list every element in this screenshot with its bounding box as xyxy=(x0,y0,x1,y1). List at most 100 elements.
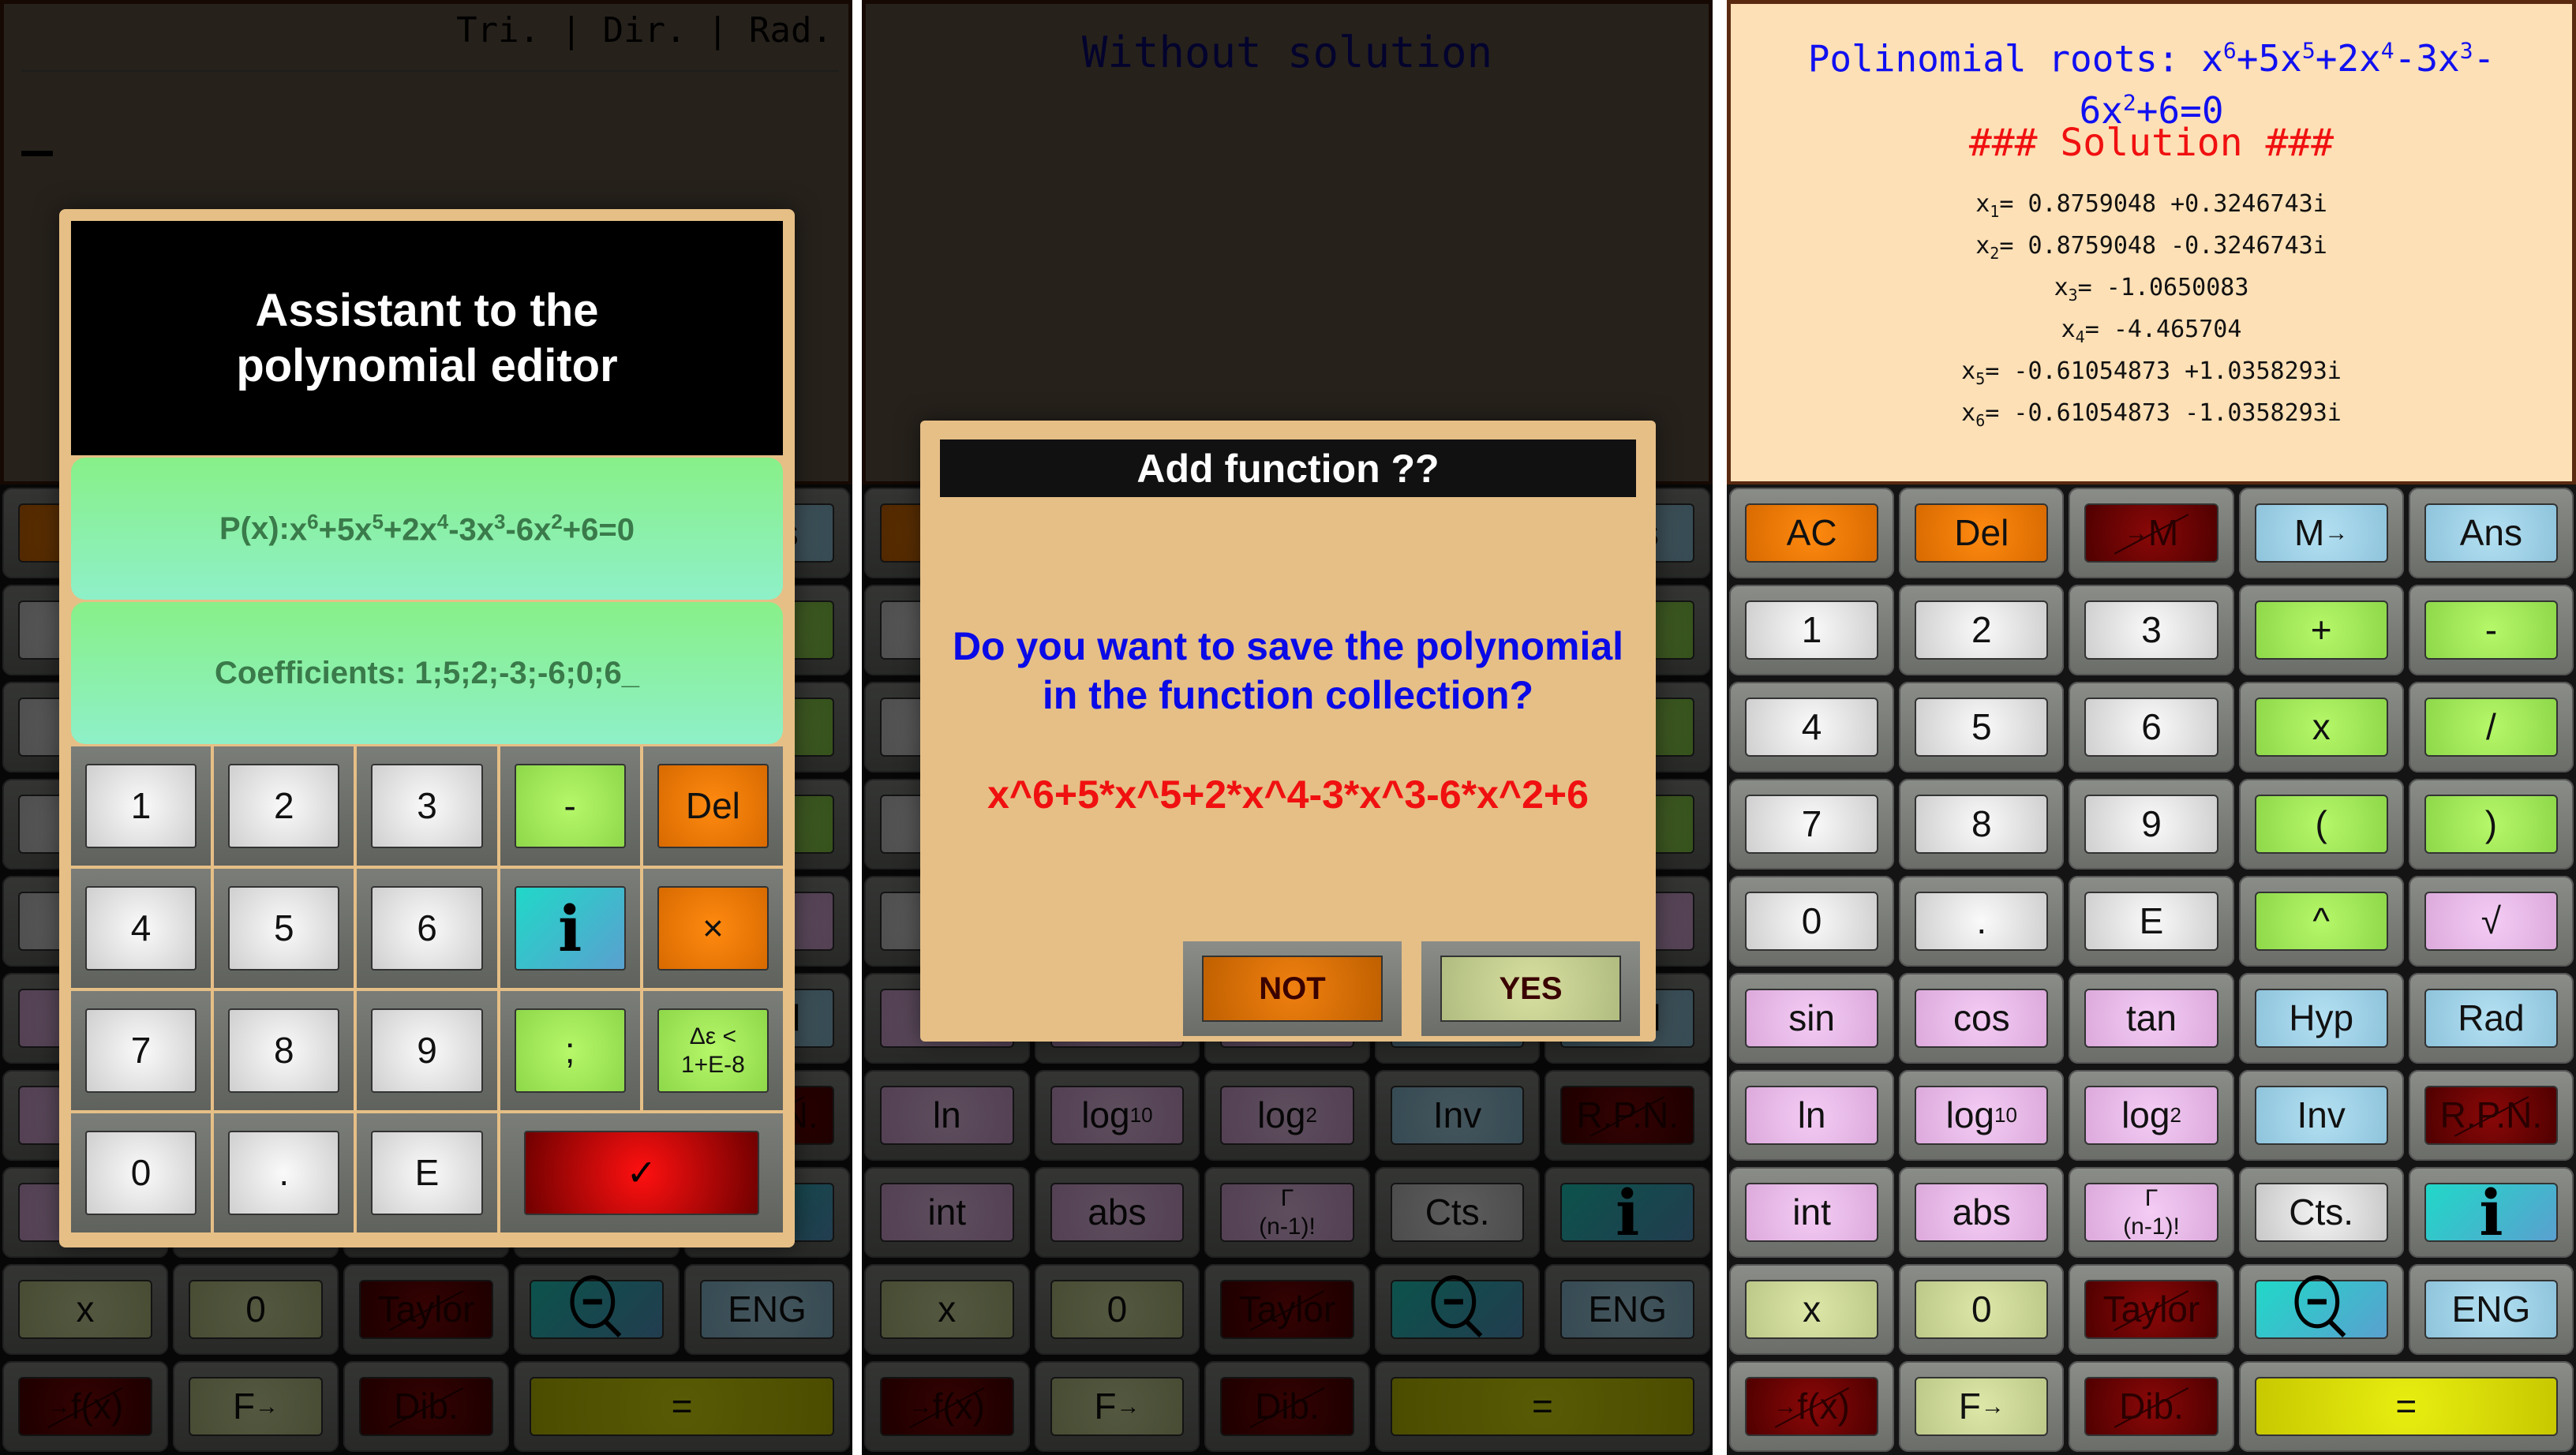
key-eng[interactable]: ENG xyxy=(684,1264,850,1355)
key-symbol[interactable]: = xyxy=(2238,1361,2574,1452)
dialog-key-e[interactable]: E xyxy=(357,1113,497,1232)
key-symbol[interactable]: - xyxy=(2408,585,2574,675)
key-dib[interactable]: Dib. xyxy=(343,1361,509,1452)
dialog-key-checkmark[interactable]: ✓ xyxy=(500,1113,783,1232)
key-symbol[interactable]: / xyxy=(2408,682,2574,772)
dialog-key-1[interactable]: 1 xyxy=(71,746,212,866)
key-symbol[interactable]: ^ xyxy=(2238,876,2404,967)
key-symbol[interactable]: = xyxy=(1374,1361,1710,1452)
key-9[interactable]: 9 xyxy=(2069,779,2234,870)
key-inv[interactable]: Inv xyxy=(2238,1070,2404,1161)
key-5[interactable]: 5 xyxy=(1899,682,2065,772)
key-cts[interactable]: Cts. xyxy=(1374,1167,1541,1258)
key-symbol[interactable]: ( xyxy=(2238,779,2404,870)
key-info[interactable]: i xyxy=(1544,1167,1710,1258)
key-0[interactable]: 0 xyxy=(1034,1264,1200,1355)
key-f[interactable]: F → xyxy=(1034,1361,1200,1452)
key-6[interactable]: 6 xyxy=(2069,682,2234,772)
key-symbol[interactable]: . xyxy=(1899,876,2065,967)
dialog-key-del[interactable]: Del xyxy=(642,746,783,866)
key-0[interactable]: 0 xyxy=(1899,1264,2065,1355)
key-del[interactable]: Del xyxy=(1899,488,2065,578)
dialog-key-symbol[interactable]: ; xyxy=(500,991,640,1110)
dialog-key-7[interactable]: 7 xyxy=(71,991,212,1110)
key-n-1[interactable]: Γ(n-1)! xyxy=(1204,1167,1370,1258)
key-1[interactable]: 1 xyxy=(1729,585,1895,675)
key-f-x[interactable]: → f(x) xyxy=(1729,1361,1895,1452)
key-0[interactable]: 0 xyxy=(173,1264,339,1355)
key-sin[interactable]: sin xyxy=(1729,973,1895,1064)
key-f-x[interactable]: → f(x) xyxy=(2,1361,168,1452)
dialog-key-symbol[interactable]: . xyxy=(214,1113,354,1232)
key-n-1[interactable]: Γ(n-1)! xyxy=(2069,1167,2234,1258)
key-dib[interactable]: Dib. xyxy=(2069,1361,2234,1452)
key-cts[interactable]: Cts. xyxy=(2238,1167,2404,1258)
key-m[interactable]: M→ xyxy=(2238,488,2404,578)
dialog-key-close[interactable]: × xyxy=(642,869,783,988)
key-info[interactable]: i xyxy=(2408,1167,2574,1258)
key-eng[interactable]: ENG xyxy=(1544,1264,1710,1355)
dialog-key-5[interactable]: 5 xyxy=(214,869,354,988)
dialog-key-3[interactable]: 3 xyxy=(357,746,497,866)
key-int[interactable]: int xyxy=(864,1167,1030,1258)
key-log10[interactable]: log10 xyxy=(1034,1070,1200,1161)
key-8[interactable]: 8 xyxy=(1899,779,2065,870)
key-x[interactable]: x xyxy=(864,1264,1030,1355)
key-zoom-out[interactable] xyxy=(2238,1264,2404,1355)
key-x[interactable]: x xyxy=(1729,1264,1895,1355)
key-r-p-n[interactable]: R.P.N. xyxy=(1544,1070,1710,1161)
key-taylor[interactable]: Taylor xyxy=(1204,1264,1370,1355)
key-rad[interactable]: Rad xyxy=(2408,973,2574,1064)
key-log2[interactable]: log2 xyxy=(2069,1070,2234,1161)
yes-button[interactable]: YES xyxy=(1421,941,1640,1036)
key-log10[interactable]: log10 xyxy=(1899,1070,2065,1161)
key-r-p-n[interactable]: R.P.N. xyxy=(2408,1070,2574,1161)
key-2[interactable]: 2 xyxy=(1899,585,2065,675)
key-ln[interactable]: ln xyxy=(1729,1070,1895,1161)
key-eng[interactable]: ENG xyxy=(2408,1264,2574,1355)
not-button[interactable]: NOT xyxy=(1183,941,1402,1036)
key-taylor[interactable]: Taylor xyxy=(2069,1264,2234,1355)
key-inv[interactable]: Inv xyxy=(1374,1070,1541,1161)
key-ans[interactable]: Ans xyxy=(2408,488,2574,578)
dialog-key-symbol[interactable]: - xyxy=(500,746,640,866)
key-taylor[interactable]: Taylor xyxy=(343,1264,509,1355)
coefficients-field[interactable]: Coefficients: 1;5;2;-3;-6;0;6_ xyxy=(71,602,783,744)
key-m[interactable]: →M xyxy=(2069,488,2234,578)
key-0[interactable]: 0 xyxy=(1729,876,1895,967)
dialog-key-1-e-8[interactable]: Δε <1+E-8 xyxy=(642,991,783,1110)
dialog-key-8[interactable]: 8 xyxy=(214,991,354,1110)
key-abs[interactable]: abs xyxy=(1899,1167,2065,1258)
key-tan[interactable]: tan xyxy=(2069,973,2234,1064)
key-log2[interactable]: log2 xyxy=(1204,1070,1370,1161)
key-f[interactable]: F → xyxy=(1899,1361,2065,1452)
key-4[interactable]: 4 xyxy=(1729,682,1895,772)
key-7[interactable]: 7 xyxy=(1729,779,1895,870)
key-symbol[interactable]: + xyxy=(2238,585,2404,675)
key-e[interactable]: E xyxy=(2069,876,2234,967)
key-f-x[interactable]: → f(x) xyxy=(864,1361,1030,1452)
key-x[interactable]: x xyxy=(2,1264,168,1355)
key-symbol[interactable]: ) xyxy=(2408,779,2574,870)
key-zoom-out[interactable] xyxy=(514,1264,680,1355)
key-ac[interactable]: AC xyxy=(1729,488,1895,578)
dialog-key-6[interactable]: 6 xyxy=(357,869,497,988)
key-ln[interactable]: ln xyxy=(864,1070,1030,1161)
key-int[interactable]: int xyxy=(1729,1167,1895,1258)
key-3[interactable]: 3 xyxy=(2069,585,2234,675)
dialog-key-0[interactable]: 0 xyxy=(71,1113,212,1232)
key-x[interactable]: x xyxy=(2238,682,2404,772)
key-zoom-out[interactable] xyxy=(1374,1264,1541,1355)
dialog-key-4[interactable]: 4 xyxy=(71,869,212,988)
dialog-key-2[interactable]: 2 xyxy=(214,746,354,866)
key-symbol[interactable]: √ xyxy=(2408,876,2574,967)
key-cos[interactable]: cos xyxy=(1899,973,2065,1064)
dialog-key-info[interactable]: i xyxy=(500,869,640,988)
dialog-key-9[interactable]: 9 xyxy=(357,991,497,1110)
key-abs[interactable]: abs xyxy=(1034,1167,1200,1258)
key-symbol[interactable]: = xyxy=(514,1361,850,1452)
key-label: Cts. xyxy=(2289,1191,2354,1233)
key-dib[interactable]: Dib. xyxy=(1204,1361,1370,1452)
key-hyp[interactable]: Hyp xyxy=(2238,973,2404,1064)
key-f[interactable]: F → xyxy=(173,1361,339,1452)
